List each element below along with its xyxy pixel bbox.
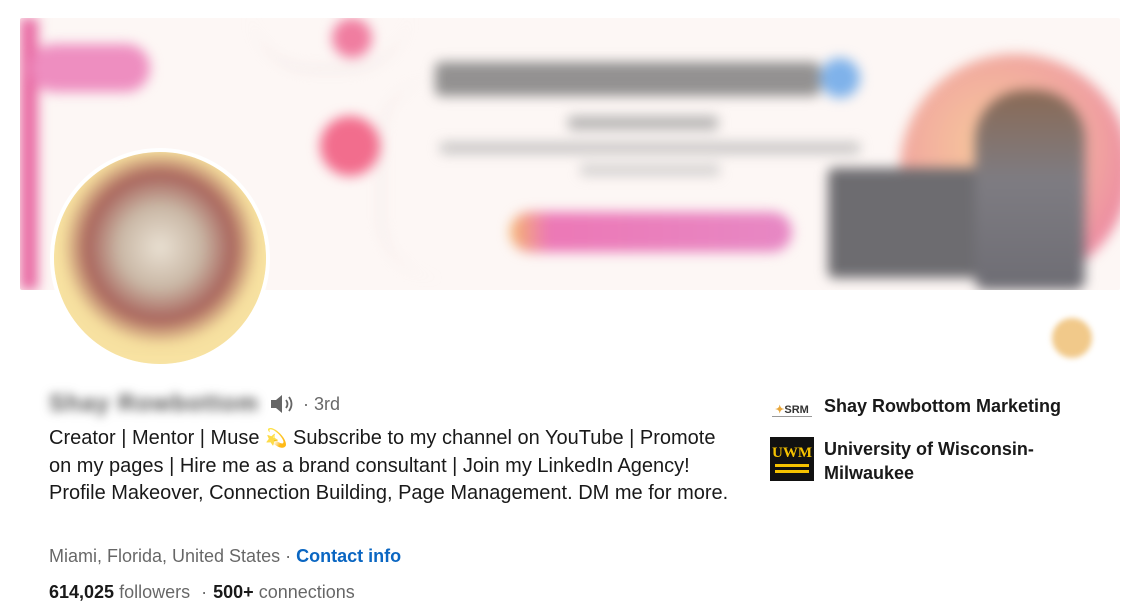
stats-separator: · [201,582,208,602]
dizzy-icon: 💫 [265,428,288,448]
org-name-company[interactable]: Shay Rowbottom Marketing [824,394,1064,418]
org-current-company[interactable]: ✦SRM Shay Rowbottom Marketing [770,388,1064,432]
location-separator: · [280,546,297,566]
connections-label[interactable]: connections [259,582,355,602]
profile-location: Miami, Florida, United States [49,546,281,566]
srm-logo-icon: ✦SRM [770,388,814,432]
profile-name: Shay Rowbottom [49,390,259,417]
profile-name-row: Shay Rowbottom · 3rd [49,384,340,424]
followers-count[interactable]: 614,025 [49,582,114,602]
org-name-school[interactable]: University of Wisconsin-Milwaukee [824,437,1064,485]
profile-photo-image [54,152,266,364]
connection-degree: · 3rd [303,393,341,414]
location-row: Miami, Florida, United States · Contact … [49,546,401,567]
profile-badge-icon [1052,318,1092,358]
uwm-logo-icon: UWM [770,437,814,481]
contact-info-link[interactable]: Contact info [296,546,401,566]
speaker-icon[interactable] [269,393,299,415]
org-education[interactable]: UWM University of Wisconsin-Milwaukee [770,437,1064,485]
stats-row: 614,025 followers · 500+ connections [49,582,355,603]
profile-headline: Creator | Mentor | Muse 💫 Subscribe to m… [49,425,729,508]
headline-text-1: Creator | Mentor | Muse [49,427,266,449]
srm-logo-text: SRM [784,403,809,416]
followers-label[interactable]: followers [119,582,190,602]
uwm-logo-text: UWM [772,444,812,461]
connections-count[interactable]: 500+ [213,582,254,602]
profile-photo[interactable] [50,148,270,368]
